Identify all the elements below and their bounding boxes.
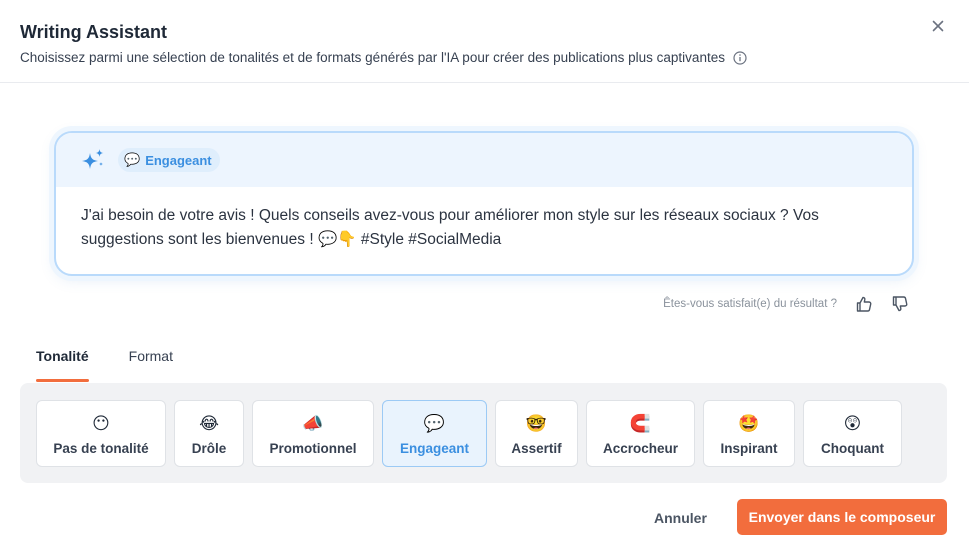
cancel-button[interactable]: Annuler <box>654 510 707 526</box>
dialog-subtitle: Choisissez parmi une sélection de tonali… <box>20 50 747 65</box>
astonished-face-icon: 😲 <box>843 414 862 433</box>
sparkle-icon <box>80 147 106 173</box>
speech-bubble-icon: 💬 <box>124 152 141 167</box>
tone-option-label: Engageant <box>399 441 469 456</box>
neutral-face-icon: 😶 <box>92 414 110 433</box>
tone-option-label: Assertif <box>511 441 562 456</box>
speech-bubble-icon: 💬 <box>423 414 446 433</box>
nerd-face-icon: 🤓 <box>525 414 548 433</box>
tone-option-label: Pas de tonalité <box>53 441 149 456</box>
megaphone-icon: 📣 <box>302 414 324 433</box>
subtitle-text: Choisissez parmi une sélection de tonali… <box>20 50 725 65</box>
tone-option-accrocheur[interactable]: 🧲 Accrocheur <box>586 400 695 467</box>
tone-option-promotionnel[interactable]: 📣 Promotionnel <box>252 400 374 467</box>
feedback-question: Êtes-vous satisfait(e) du résultat ? <box>663 298 837 310</box>
tone-option-assertif[interactable]: 🤓 Assertif <box>495 400 578 467</box>
info-icon[interactable] <box>733 50 747 65</box>
magnet-icon: 🧲 <box>629 414 652 433</box>
tone-option-label: Inspirant <box>720 441 778 456</box>
dialog-title: Writing Assistant <box>20 22 168 42</box>
send-to-composer-button[interactable]: Envoyer dans le composeur <box>737 499 947 535</box>
thumbs-down-icon[interactable] <box>891 295 909 313</box>
tone-option-pas-de-tonalite[interactable]: 😶 Pas de tonalité <box>36 400 166 467</box>
selected-tone-label: Engageant <box>145 152 212 168</box>
star-struck-icon: 🤩 <box>738 414 760 433</box>
tone-options-panel: 😶 Pas de tonalité 😂 Drôle 📣 Promotionnel… <box>20 383 947 483</box>
thumbs-up-icon[interactable] <box>855 295 873 313</box>
tone-option-label: Accrocheur <box>602 441 679 456</box>
tone-option-drole[interactable]: 😂 Drôle <box>174 400 244 467</box>
tone-option-choquant[interactable]: 😲 Choquant <box>803 400 902 467</box>
feedback-row: Êtes-vous satisfait(e) du résultat ? <box>663 295 909 313</box>
selected-tone-badge: 💬 Engageant <box>118 148 220 172</box>
tone-option-label: Choquant <box>821 441 884 456</box>
generated-result-card: 💬 Engageant J'ai besoin de votre avis ! … <box>54 131 914 276</box>
tone-option-inspirant[interactable]: 🤩 Inspirant <box>703 400 795 467</box>
tab-format[interactable]: Format <box>129 348 173 382</box>
tone-option-label: Promotionnel <box>269 441 357 456</box>
tone-option-engageant[interactable]: 💬 Engageant <box>382 400 487 467</box>
generated-text: J'ai besoin de votre avis ! Quels consei… <box>81 207 819 248</box>
result-card-header: 💬 Engageant <box>56 133 912 187</box>
tab-tonalite[interactable]: Tonalité <box>36 348 89 382</box>
tone-option-label: Drôle <box>191 441 227 456</box>
close-icon[interactable] <box>929 17 947 35</box>
tab-bar: Tonalité Format <box>36 348 213 382</box>
dialog-header: Writing Assistant Choisissez parmi une s… <box>0 0 969 83</box>
laughing-face-icon: 😂 <box>199 414 219 433</box>
